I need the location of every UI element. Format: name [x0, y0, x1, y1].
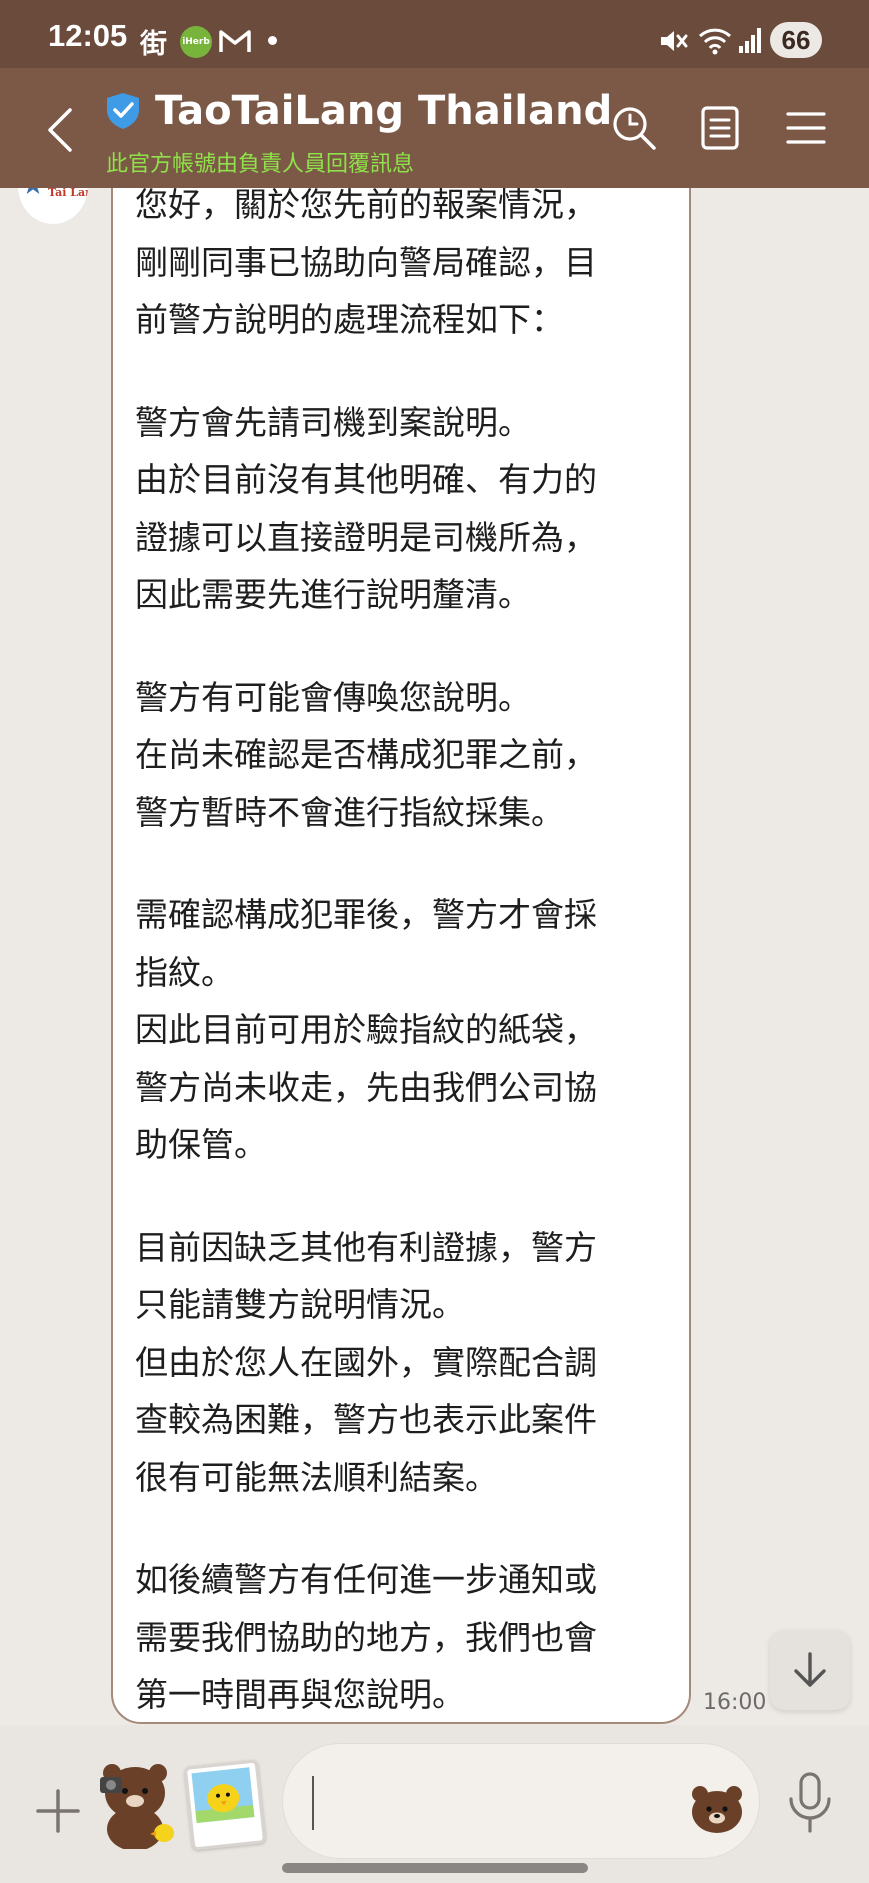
battery-level: 66	[770, 22, 822, 58]
message-text-line: 如後續警方有任何進一步通知或	[135, 1560, 597, 1599]
message-text-line: 因此目前可用於驗指紋的紙袋，	[135, 1010, 597, 1049]
status-tag: 街	[140, 29, 167, 60]
chick-icon	[191, 1767, 255, 1824]
message-bubble[interactable]: 您好，關於您先前的報案情況， 剛剛同事已協助向警局確認，目 前警方說明的處理流程如下…	[111, 120, 691, 1724]
back-button[interactable]	[40, 100, 80, 160]
message-text-line: 在尚未確認是否構成犯罪之前，	[135, 735, 597, 774]
status-bar: 12:05 街 iHerb 66	[0, 0, 869, 68]
iherb-notification-icon: iHerb	[180, 26, 212, 58]
message-input[interactable]	[282, 1743, 760, 1859]
message-text-line: 前警方說明的處理流程如下：	[135, 300, 564, 339]
message-text-line: 警方尚未收走，先由我們公司協	[135, 1067, 597, 1107]
photo-sticker-icon[interactable]	[183, 1759, 267, 1851]
message-text-line: 查較為困難，警方也表示此案件	[135, 1400, 597, 1439]
message-text-line: 警方暫時不會進行指紋採集。	[135, 792, 564, 832]
message-text-line: 助保管。	[135, 1125, 267, 1164]
message-text-line: 剛剛同事已協助向警局確認，目	[135, 242, 597, 282]
notes-icon	[701, 106, 739, 150]
message-input-bar	[0, 1725, 869, 1883]
menu-button[interactable]	[778, 100, 834, 156]
message-text-line: 警方會先請司機到案說明。	[135, 402, 531, 442]
message-text-line: 證據可以直接證明是司機所為，	[135, 517, 597, 557]
chat-title[interactable]: TaoTaiLang Thailand	[155, 88, 612, 134]
back-icon	[48, 108, 72, 152]
search-icon	[613, 107, 656, 150]
bear-emoji-icon[interactable]	[689, 1782, 745, 1834]
chat-area[interactable]: Tai Lang 您好，關於您先前的報案情況，剛剛同事已協助向警局確認，目前警方…	[0, 0, 869, 1725]
message-text-line: 由於目前沒有其他明確、有力的	[135, 460, 597, 499]
message-text-line: 但由於您人在國外，實際配合調	[135, 1342, 597, 1382]
message-text-line: 警方有可能會傳喚您說明。	[135, 677, 531, 717]
menu-icon	[786, 112, 826, 144]
cell-signal-icon	[739, 28, 761, 53]
microphone-icon[interactable]	[782, 1771, 838, 1835]
message-text-line: 只能請雙方說明情況。	[135, 1285, 465, 1324]
message-text-line: 目前因缺乏其他有利證據，警方	[135, 1227, 597, 1267]
arrow-down-icon	[794, 1652, 826, 1687]
plus-icon[interactable]	[34, 1787, 82, 1835]
message-text-line: 需確認構成犯罪後，警方才會採	[135, 895, 597, 934]
message-text-line: 需要我們協助的地方，我們也會	[135, 1617, 597, 1657]
wifi-icon	[698, 28, 732, 55]
scroll-to-bottom-button[interactable]	[770, 1630, 850, 1710]
verified-shield-icon	[107, 93, 139, 129]
notes-button[interactable]	[692, 100, 748, 156]
bear-sticker-icon[interactable]	[96, 1759, 178, 1849]
notification-dot	[268, 36, 277, 45]
search-button[interactable]	[606, 100, 662, 156]
gmail-notification-icon	[219, 30, 251, 52]
official-account-notice: 此官方帳號由負責人員回覆訊息	[106, 152, 415, 177]
message-text-line: 指紋。	[135, 952, 234, 992]
message-text-line: 因此需要先進行說明釐清。	[135, 575, 531, 614]
home-indicator[interactable]	[282, 1863, 588, 1873]
message-text-field[interactable]	[311, 1774, 671, 1830]
chat-header: TaoTaiLang Thailand 此官方帳號由負責人員回覆訊息	[0, 68, 869, 188]
message-text-line: 第一時間再與您說明。	[135, 1675, 465, 1714]
status-clock: 12:05	[48, 18, 128, 53]
message-text-line: 很有可能無法順利結案。	[135, 1457, 498, 1497]
message-timestamp: 16:00	[703, 1690, 767, 1715]
mute-icon	[661, 31, 688, 51]
text-cursor	[312, 1776, 314, 1830]
